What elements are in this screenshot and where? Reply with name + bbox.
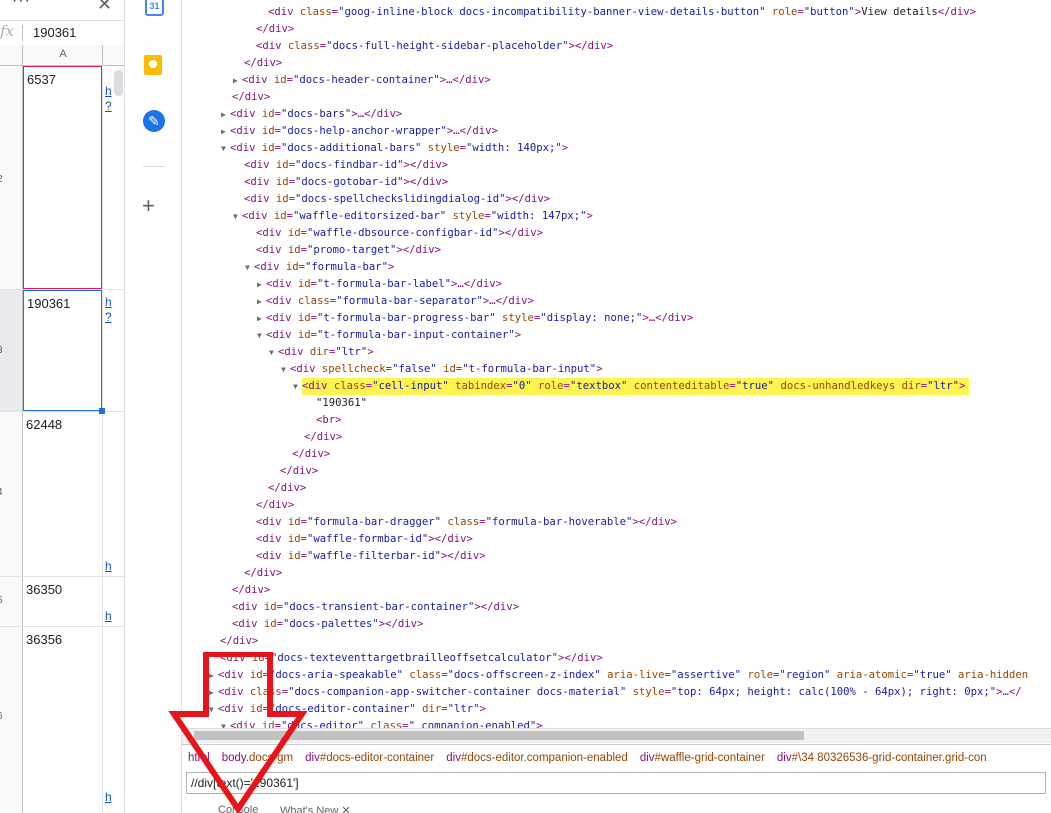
- dom-node[interactable]: </div>: [182, 582, 270, 599]
- cell-a6[interactable]: 36356: [23, 627, 102, 813]
- cell-a5[interactable]: 36350: [23, 577, 102, 626]
- dom-node[interactable]: </div>: [182, 497, 294, 514]
- breadcrumb-item[interactable]: div#docs-editor-container: [299, 745, 440, 771]
- more-icon[interactable]: ···: [12, 0, 31, 10]
- dom-node[interactable]: ▶ <div id="docs-help-anchor-wrapper">…</d…: [182, 123, 498, 140]
- column-divider: [102, 45, 103, 65]
- dom-node[interactable]: ▶ <div class="formula-bar-separator">…</d…: [182, 293, 534, 310]
- dom-node[interactable]: <div class="docs-full-height-sidebar-pla…: [182, 38, 613, 55]
- close-icon[interactable]: ✕: [97, 0, 112, 15]
- dom-node[interactable]: <div class="goog-inline-block docs-incom…: [182, 4, 976, 21]
- dom-node[interactable]: </div>: [182, 463, 318, 480]
- dom-text-node[interactable]: "190361": [182, 395, 367, 412]
- dom-node[interactable]: ▶ <div id="docs-aria-speakable" class="do…: [182, 667, 1028, 684]
- dom-node[interactable]: <div id="waffle-formbar-id"></div>: [182, 531, 473, 548]
- row-header[interactable]: 2: [0, 66, 23, 289]
- table-row: 3 190361 h?: [0, 290, 124, 414]
- cell-link[interactable]: h: [105, 609, 112, 624]
- dom-node[interactable]: ▶ <div id="docs-header-container">…</div>: [182, 72, 491, 89]
- dom-node[interactable]: ▶ <div id="t-formula-bar-label">…</div>: [182, 276, 502, 293]
- scrollbar-thumb[interactable]: [114, 70, 123, 96]
- dom-node[interactable]: </div>: [182, 21, 294, 38]
- dom-node[interactable]: ▼ <div id="t-formula-bar-input-container"…: [182, 327, 521, 344]
- drawer-tabs: Console What's New ✕: [182, 798, 1051, 813]
- dom-node[interactable]: ▶ <div id="docs-bars">…</div>: [182, 106, 402, 123]
- row-header[interactable]: 3: [0, 290, 23, 411]
- tasks-icon[interactable]: ✎: [143, 110, 165, 132]
- dom-node[interactable]: ▼ <div id="formula-bar">: [182, 259, 394, 276]
- column-header-row: A: [0, 45, 124, 66]
- cell-a3-selected[interactable]: 190361: [23, 290, 102, 411]
- dom-node[interactable]: <div id="formula-bar-dragger" class="for…: [182, 514, 677, 531]
- dom-node[interactable]: ▼ <div dir="ltr">: [182, 344, 374, 361]
- breadcrumb: html body.docs-gm div#docs-editor-containe…: [182, 744, 1051, 771]
- table-row: 4 62448 h: [0, 412, 124, 577]
- keep-icon[interactable]: [144, 55, 162, 75]
- cell-link[interactable]: h?: [105, 295, 112, 325]
- dom-node[interactable]: </div>: [182, 480, 306, 497]
- dom-node[interactable]: <br>: [182, 412, 342, 429]
- formula-bar: fx 190361: [0, 20, 124, 46]
- cell-a2[interactable]: 6537: [23, 66, 102, 289]
- row-header[interactable]: 6: [0, 627, 23, 813]
- dom-node[interactable]: ▼ <div spellcheck="false" id="t-formula-b…: [182, 361, 603, 378]
- breadcrumb-item[interactable]: div#docs-editor.companion-enabled: [440, 745, 634, 771]
- red-arrow-annotation: [168, 652, 308, 813]
- dom-node[interactable]: </div>: [182, 446, 330, 463]
- horizontal-scrollbar[interactable]: [182, 728, 1051, 743]
- xpath-search-input[interactable]: //div[text()='190361']: [186, 772, 1046, 794]
- dom-node[interactable]: <div id="docs-transient-bar-container"><…: [182, 599, 519, 616]
- dom-node[interactable]: ▼ <div id="docs-additional-bars" style="w…: [182, 140, 568, 157]
- row-header[interactable]: 4: [0, 412, 23, 576]
- select-all-corner[interactable]: [0, 45, 23, 65]
- dom-node[interactable]: </div>: [182, 429, 342, 446]
- dom-node[interactable]: <div id="docs-palettes"></div>: [182, 616, 423, 633]
- spreadsheet-panel: ··· ✕ fx 190361 A 2 6537 h? 3 190361 h? …: [0, 0, 125, 813]
- dom-node[interactable]: </div>: [182, 55, 282, 72]
- dom-node[interactable]: </div>: [182, 89, 270, 106]
- fx-icon: fx: [0, 22, 15, 40]
- dom-node[interactable]: ▼ <div id="waffle-editorsized-bar" style=…: [182, 208, 593, 225]
- cell-link[interactable]: h: [105, 559, 112, 574]
- cell-a4[interactable]: 62448: [23, 412, 102, 576]
- sheet-toolbar: ··· ✕: [0, 0, 124, 20]
- dom-node[interactable]: </div>: [182, 565, 282, 582]
- cell-link[interactable]: h: [105, 790, 112, 805]
- dom-node[interactable]: <div id="waffle-filterbar-id"></div>: [182, 548, 486, 565]
- formula-input[interactable]: 190361: [33, 25, 76, 40]
- dom-node[interactable]: </div>: [182, 633, 258, 650]
- row-header[interactable]: 5: [0, 577, 23, 626]
- devtools-panel: <div class="goog-inline-block docs-incom…: [182, 0, 1051, 813]
- breadcrumb-item[interactable]: div#\34 80326536-grid-container.grid-con: [771, 745, 993, 771]
- dom-node[interactable]: <div id="docs-findbar-id"></div>: [182, 157, 448, 174]
- dom-node[interactable]: <div id="promo-target"></div>: [182, 242, 441, 259]
- table-row: 5 36350 h: [0, 577, 124, 627]
- dom-node[interactable]: <div id="waffle-dbsource-configbar-id"><…: [182, 225, 543, 242]
- table-row: 6 36356 h: [0, 627, 124, 813]
- column-header-a[interactable]: A: [23, 48, 103, 60]
- breadcrumb-item[interactable]: div#waffle-grid-container: [634, 745, 771, 771]
- cell-link[interactable]: h?: [105, 84, 112, 114]
- elements-tree: <div class="goog-inline-block docs-incom…: [182, 0, 1051, 728]
- dom-node[interactable]: <div id="docs-spellcheckslidingdialog-id…: [182, 191, 550, 208]
- calendar-icon[interactable]: 31: [145, 0, 164, 16]
- dom-node[interactable]: <div id="docs-gotobar-id"></div>: [182, 174, 448, 191]
- table-row: 2 6537 h?: [0, 66, 124, 290]
- dom-node[interactable]: ▶ <div id="t-formula-bar-progress-bar" st…: [182, 310, 693, 327]
- divider: [143, 166, 165, 167]
- dom-node-highlighted[interactable]: ▼ <div class="cell-input" tabindex="0" ro…: [293, 378, 970, 395]
- plus-icon[interactable]: +: [142, 195, 155, 217]
- formula-separator: [22, 25, 23, 41]
